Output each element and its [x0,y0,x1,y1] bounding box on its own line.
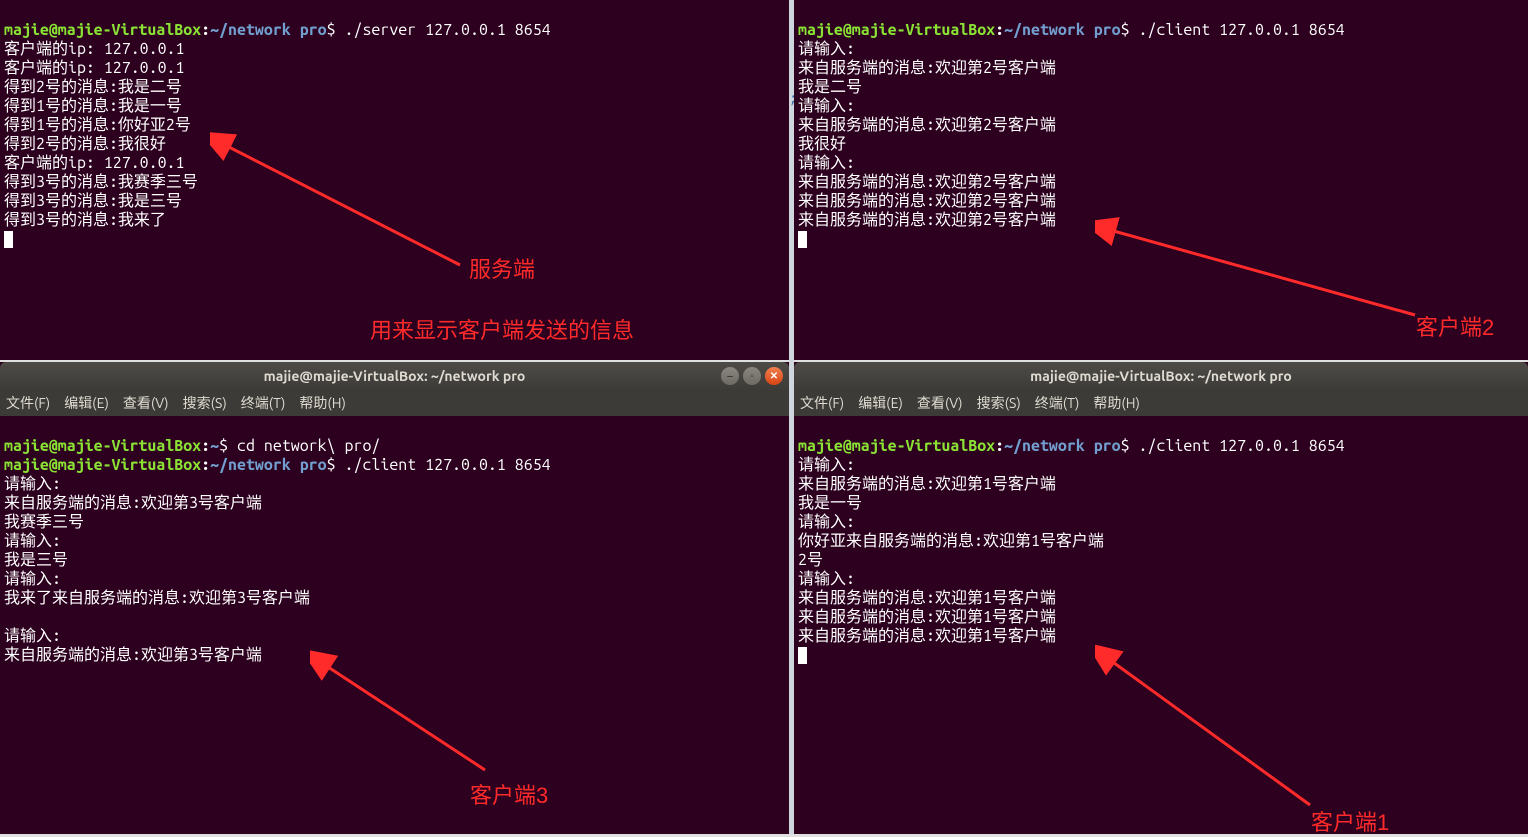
close-button[interactable]: ✕ [765,367,783,385]
terminal-output: majie@majie-VirtualBox:~/network pro$ ./… [794,0,1528,270]
menu-bar: 文件(F) 编辑(E) 查看(V) 搜索(S) 终端(T) 帮助(H) [794,390,1528,416]
menu-help[interactable]: 帮助(H) [299,393,346,413]
menu-edit[interactable]: 编辑(E) [64,393,109,413]
cursor [798,231,807,248]
menu-search[interactable]: 搜索(S) [977,393,1021,413]
window-titlebar[interactable]: majie@majie-VirtualBox: ~/network pro ‒ … [0,362,789,390]
prompt-user: majie [4,21,49,39]
menu-terminal[interactable]: 终端(T) [241,393,286,413]
annotation-server-desc: 用来显示客户端发送的信息 [370,313,634,345]
terminal-output: majie@majie-VirtualBox:~/network pro$ ./… [0,0,789,270]
menu-view[interactable]: 查看(V) [917,393,963,413]
menu-bar: 文件(F) 编辑(E) 查看(V) 搜索(S) 终端(T) 帮助(H) [0,390,789,416]
window-title: majie@majie-VirtualBox: ~/network pro [264,368,526,384]
maximize-button[interactable]: ▫ [743,367,761,385]
terminal-client1[interactable]: majie@majie-VirtualBox: ~/network pro 文件… [794,362,1528,834]
terminal-server[interactable]: majie@majie-VirtualBox:~/network pro$ ./… [0,0,789,360]
menu-file[interactable]: 文件(F) [6,393,50,413]
menu-help[interactable]: 帮助(H) [1093,393,1140,413]
terminal-output: majie@majie-VirtualBox:~$ cd network\ pr… [0,416,789,686]
menu-search[interactable]: 搜索(S) [183,393,227,413]
annotation-client1: 客户端1 [1311,805,1389,837]
annotation-client3: 客户端3 [470,778,548,810]
window-title: majie@majie-VirtualBox: ~/network pro [1030,368,1292,384]
annotation-client2: 客户端2 [1416,310,1494,342]
menu-view[interactable]: 查看(V) [123,393,169,413]
cursor [4,231,13,248]
window-titlebar[interactable]: majie@majie-VirtualBox: ~/network pro [794,362,1528,390]
menu-edit[interactable]: 编辑(E) [858,393,903,413]
cursor [798,647,807,664]
window-buttons: ‒ ▫ ✕ [721,367,783,385]
menu-terminal[interactable]: 终端(T) [1035,393,1080,413]
minimize-button[interactable]: ‒ [721,367,739,385]
menu-file[interactable]: 文件(F) [800,393,844,413]
terminal-client2[interactable]: majie@majie-VirtualBox:~/network pro$ ./… [794,0,1528,360]
terminal-client3[interactable]: majie@majie-VirtualBox: ~/network pro ‒ … [0,362,789,834]
terminal-output: majie@majie-VirtualBox:~/network pro$ ./… [794,416,1528,686]
annotation-server-label: 服务端 [469,252,535,284]
